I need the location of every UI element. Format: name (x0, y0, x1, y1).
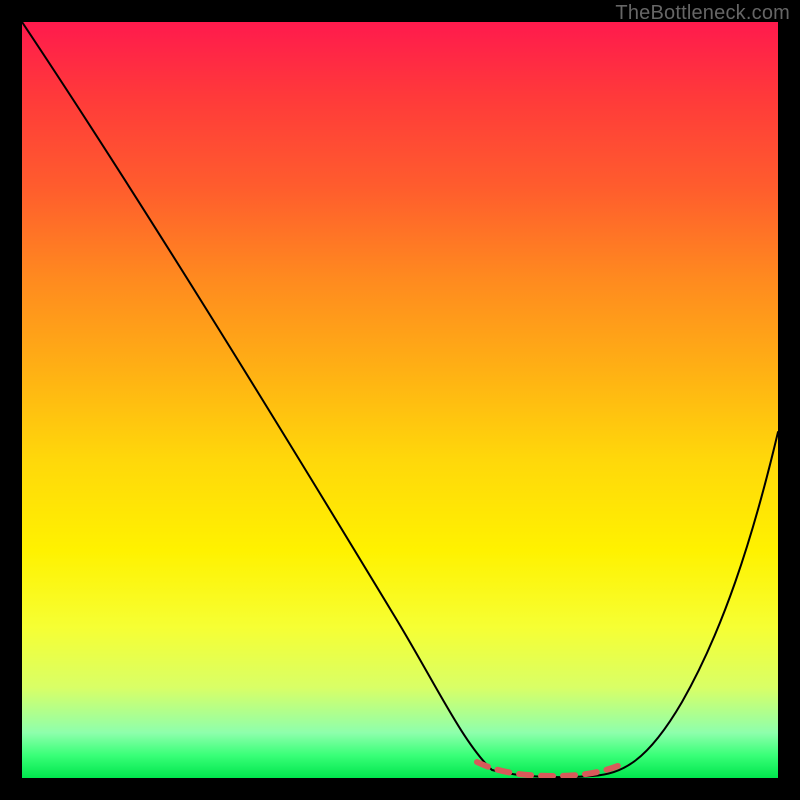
curve-layer (22, 22, 778, 778)
main-curve (22, 22, 778, 777)
attribution-label: TheBottleneck.com (615, 2, 790, 25)
chart-frame: TheBottleneck.com (0, 0, 800, 800)
plot-area (22, 22, 778, 778)
